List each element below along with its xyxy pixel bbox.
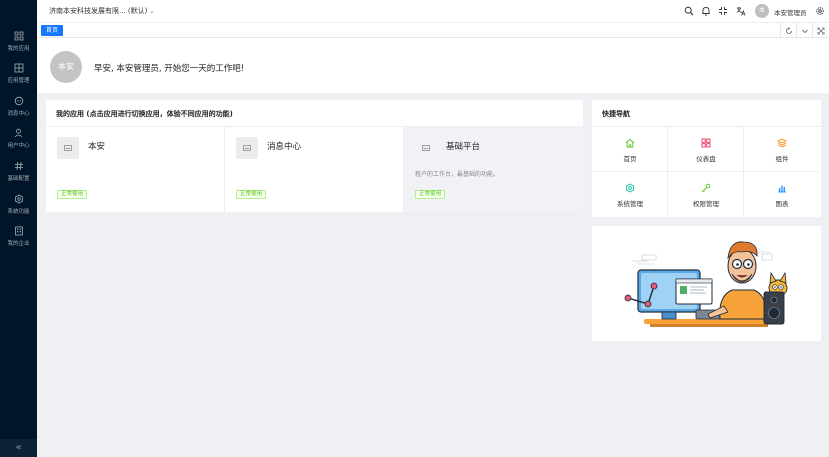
card-title: 快捷导航 bbox=[602, 110, 630, 118]
quick-nav-home[interactable]: 首页 bbox=[592, 127, 668, 172]
tab-bar: 首页 bbox=[37, 23, 829, 38]
quick-nav-label: 组件 bbox=[775, 155, 789, 163]
search-icon[interactable] bbox=[684, 6, 694, 16]
quick-nav-system-management[interactable]: 系统管理 bbox=[592, 172, 668, 217]
app-name: 基础平台 bbox=[446, 142, 481, 152]
app-icon bbox=[57, 137, 79, 159]
app-icon bbox=[236, 137, 258, 159]
quick-nav-label: 仪表盘 bbox=[696, 155, 716, 163]
sidebar-item-label: 用户中心 bbox=[7, 143, 30, 149]
sidebar-item-basic-config[interactable]: 基础配置 bbox=[0, 157, 37, 187]
sidebar-item-label: 系统功能 bbox=[7, 209, 30, 215]
avatar: 本安 bbox=[50, 51, 82, 83]
refresh-tab-button[interactable] bbox=[780, 23, 796, 38]
developer-illustration bbox=[624, 241, 788, 327]
dashboard-icon bbox=[701, 138, 711, 148]
grid-icon bbox=[14, 31, 23, 41]
quick-nav-label: 系统管理 bbox=[617, 200, 643, 208]
tab-home[interactable]: 首页 bbox=[41, 25, 63, 36]
quick-nav-permission-management[interactable]: 权限管理 bbox=[668, 172, 744, 217]
refresh-icon bbox=[786, 27, 792, 34]
avatar[interactable]: 本 bbox=[755, 4, 769, 18]
quick-nav-label: 图表 bbox=[775, 200, 789, 208]
fullscreen-icon[interactable] bbox=[718, 6, 728, 16]
username[interactable]: 本安管理员 bbox=[774, 7, 807, 17]
gear-icon bbox=[14, 194, 23, 204]
layers-icon bbox=[777, 138, 787, 148]
card-title: 我的应用 (点击应用进行切换应用，体验不同应用的功能) bbox=[56, 110, 233, 118]
user-icon bbox=[14, 128, 22, 138]
chevron-down-icon bbox=[802, 29, 808, 34]
tenant-switcher[interactable]: 济南本安科技发展有限... (默认) ⌄ bbox=[49, 6, 154, 16]
bell-icon[interactable] bbox=[701, 6, 711, 16]
translate-icon[interactable] bbox=[736, 6, 746, 16]
message-icon bbox=[14, 96, 23, 106]
sidebar: 我的应用 应用管理 消息中心 用户中心 基础配置 系统功能 我的企业 « bbox=[0, 0, 37, 457]
sidebar-item-message-center[interactable]: 消息中心 bbox=[0, 92, 37, 122]
chevron-down-icon: ⌄ bbox=[149, 8, 155, 15]
app-card-message-center[interactable]: 消息中心 正常使用 bbox=[225, 127, 404, 212]
expand-icon bbox=[817, 27, 825, 35]
quick-nav-charts[interactable]: 图表 bbox=[744, 172, 820, 217]
image-icon bbox=[243, 145, 251, 151]
quick-nav-label: 首页 bbox=[623, 155, 637, 163]
key-icon bbox=[701, 183, 711, 193]
greeting-text: 早安, 本安管理员, 开始您一天的工作吧! bbox=[94, 64, 245, 74]
sidebar-item-system-functions[interactable]: 系统功能 bbox=[0, 190, 37, 220]
app-name: 本安 bbox=[88, 142, 106, 152]
sidebar-item-my-apps[interactable]: 我的应用 bbox=[0, 27, 37, 57]
sidebar-item-user-center[interactable]: 用户中心 bbox=[0, 124, 37, 154]
app-card-benan[interactable]: 本安 正常使用 bbox=[46, 127, 225, 212]
chevrons-left-icon: « bbox=[15, 442, 22, 453]
tab-maximize-button[interactable] bbox=[812, 23, 828, 38]
image-icon bbox=[422, 145, 430, 151]
top-header: 济南本安科技发展有限... (默认) ⌄ 本 本安管理员 bbox=[37, 0, 829, 23]
app-card-base-platform[interactable]: 基础平台 租户的工作台，最基础的功能。 正常使用 bbox=[404, 127, 583, 212]
quick-nav-dashboard[interactable]: 仪表盘 bbox=[668, 127, 744, 172]
home-icon bbox=[625, 138, 635, 148]
quick-nav-label: 权限管理 bbox=[693, 200, 719, 208]
sidebar-item-label: 基础配置 bbox=[7, 176, 30, 182]
sidebar-item-label: 我的应用 bbox=[7, 46, 30, 52]
quick-nav-card: 快捷导航 首页 仪表盘 组件 系统管理 权限管理 图表 bbox=[592, 100, 821, 217]
bar-chart-icon bbox=[778, 185, 786, 193]
illustration-card bbox=[592, 226, 821, 341]
app-icon bbox=[415, 137, 437, 159]
quick-nav-components[interactable]: 组件 bbox=[744, 127, 820, 172]
image-icon bbox=[64, 145, 72, 151]
hash-icon bbox=[14, 161, 23, 171]
settings-icon[interactable] bbox=[815, 6, 825, 16]
sidebar-item-label: 消息中心 bbox=[7, 111, 30, 117]
sidebar-item-label: 我的企业 bbox=[7, 241, 30, 247]
status-badge: 正常使用 bbox=[57, 190, 88, 199]
settings-icon bbox=[626, 183, 634, 193]
status-badge: 正常使用 bbox=[236, 190, 267, 199]
tab-menu-dropdown[interactable] bbox=[796, 23, 812, 38]
welcome-banner: 本安 早安, 本安管理员, 开始您一天的工作吧! bbox=[37, 38, 829, 93]
my-apps-card: 我的应用 (点击应用进行切换应用，体验不同应用的功能) 本安 正常使用 消息中心… bbox=[46, 100, 583, 212]
app-name: 消息中心 bbox=[267, 142, 302, 152]
sidebar-collapse-button[interactable]: « bbox=[0, 439, 37, 457]
building-icon bbox=[14, 226, 23, 236]
app-description: 租户的工作台，最基础的功能。 bbox=[415, 171, 500, 178]
tenant-name: 济南本安科技发展有限... (默认) bbox=[49, 7, 148, 15]
apps-icon bbox=[14, 63, 23, 73]
status-badge: 正常使用 bbox=[415, 190, 446, 199]
sidebar-item-app-management[interactable]: 应用管理 bbox=[0, 59, 37, 89]
sidebar-item-label: 应用管理 bbox=[7, 78, 30, 84]
sidebar-item-my-enterprise[interactable]: 我的企业 bbox=[0, 222, 37, 252]
